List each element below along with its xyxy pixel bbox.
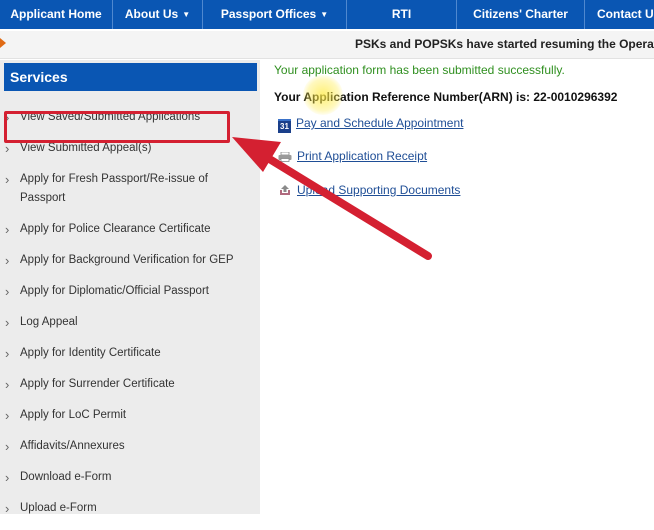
service-apply-diplomatic-passport[interactable]: › Apply for Diplomatic/Official Passport <box>0 282 260 301</box>
services-header: Services <box>4 63 257 91</box>
annotation-highlight-box <box>4 111 230 143</box>
chevron-right-icon: › <box>5 284 10 299</box>
service-apply-fresh-passport[interactable]: › Apply for Fresh Passport/Re-issue of Pa… <box>0 170 260 208</box>
nav-applicant-home[interactable]: Applicant Home <box>0 0 113 29</box>
main-content: Your application form has been submitted… <box>268 60 654 514</box>
upload-documents-action: Upload Supporting Documents <box>278 183 460 197</box>
news-ticker: PSKs and POPSKs have started resuming th… <box>0 31 654 59</box>
service-log-appeal[interactable]: › Log Appeal <box>0 313 260 332</box>
chevron-right-icon: › <box>5 346 10 361</box>
chevron-right-icon: › <box>5 315 10 330</box>
play-arrow-icon <box>0 38 6 48</box>
service-download-e-form[interactable]: › Download e-Form <box>0 468 260 487</box>
chevron-right-icon: › <box>5 408 10 423</box>
nav-rti[interactable]: RTI <box>347 0 457 29</box>
arn-text: Your Application Reference Number(ARN) i… <box>274 90 618 104</box>
print-receipt-link[interactable]: Print Application Receipt <box>297 149 427 163</box>
service-apply-police-clearance[interactable]: › Apply for Police Clearance Certificate <box>0 220 260 239</box>
calendar-icon: 31 <box>278 119 291 133</box>
upload-icon <box>280 185 290 195</box>
services-list: › View Saved/Submitted Applications › View… <box>0 108 260 530</box>
ticker-text: PSKs and POPSKs have started resuming th… <box>355 37 654 51</box>
printer-icon <box>278 152 292 162</box>
pay-schedule-link[interactable]: Pay and Schedule Appointment <box>296 116 463 130</box>
nav-contact-us[interactable]: Contact Us <box>585 0 654 29</box>
nav-passport-offices[interactable]: Passport Offices ▼ <box>203 0 347 29</box>
nav-about-us[interactable]: About Us ▼ <box>113 0 203 29</box>
chevron-right-icon: › <box>5 172 10 187</box>
nav-citizens-charter[interactable]: Citizens' Charter <box>457 0 585 29</box>
top-navigation: Applicant Home About Us ▼ Passport Office… <box>0 0 654 29</box>
service-apply-identity-certificate[interactable]: › Apply for Identity Certificate <box>0 344 260 363</box>
print-receipt-action: Print Application Receipt <box>278 149 427 163</box>
upload-documents-link[interactable]: Upload Supporting Documents <box>297 183 460 197</box>
pay-schedule-action: 31 Pay and Schedule Appointment <box>278 116 463 133</box>
service-upload-e-form[interactable]: › Upload e-Form <box>0 499 260 518</box>
chevron-right-icon: › <box>5 253 10 268</box>
service-apply-surrender-certificate[interactable]: › Apply for Surrender Certificate <box>0 375 260 394</box>
success-message: Your application form has been submitted… <box>274 63 565 77</box>
service-apply-background-verification[interactable]: › Apply for Background Verification for G… <box>0 251 260 270</box>
service-affidavits-annexures[interactable]: › Affidavits/Annexures <box>0 437 260 456</box>
chevron-right-icon: › <box>5 222 10 237</box>
chevron-right-icon: › <box>5 377 10 392</box>
chevron-down-icon: ▼ <box>320 10 329 19</box>
chevron-right-icon: › <box>5 470 10 485</box>
service-apply-loc-permit[interactable]: › Apply for LoC Permit <box>0 406 260 425</box>
chevron-down-icon: ▼ <box>182 10 191 19</box>
chevron-right-icon: › <box>5 501 10 516</box>
chevron-right-icon: › <box>5 439 10 454</box>
